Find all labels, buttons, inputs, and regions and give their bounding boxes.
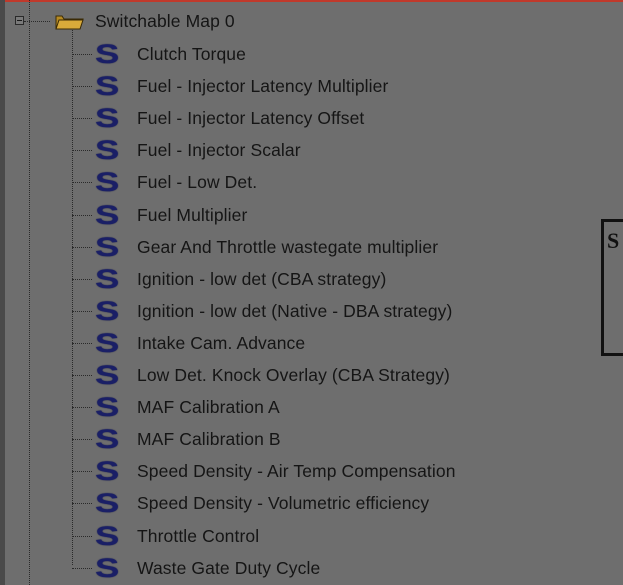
tree-connector bbox=[72, 535, 92, 537]
tree-item[interactable]: S Waste Gate Duty Cycle bbox=[0, 554, 560, 582]
side-panel-text: S bbox=[607, 228, 620, 253]
map-s-icon: S bbox=[95, 552, 120, 583]
tree-item-label: Intake Cam. Advance bbox=[137, 332, 306, 353]
tree-connector bbox=[72, 118, 92, 120]
tree-connector bbox=[72, 246, 92, 248]
tree-item-label: Speed Density - Volumetric efficiency bbox=[137, 493, 430, 514]
map-s-icon: S bbox=[95, 392, 120, 423]
tree-connector bbox=[72, 567, 92, 569]
tree-item-label: Fuel Multiplier bbox=[137, 204, 248, 225]
tree-item-label: Fuel - Injector Scalar bbox=[137, 140, 301, 161]
tree-connector bbox=[72, 310, 92, 312]
tree-item[interactable]: S Fuel - Low Det. bbox=[0, 168, 560, 196]
map-s-icon: S bbox=[95, 103, 120, 134]
tree-root-label: Switchable Map 0 bbox=[95, 11, 235, 31]
map-s-icon: S bbox=[95, 135, 120, 166]
tree-connector bbox=[72, 86, 92, 88]
tree-connector bbox=[72, 54, 92, 55]
map-s-icon: S bbox=[95, 263, 120, 294]
map-s-icon: S bbox=[95, 199, 120, 230]
map-s-icon: S bbox=[95, 167, 120, 198]
tree-connector bbox=[72, 439, 92, 441]
tree-item-label: Ignition - low det (Native - DBA strateg… bbox=[137, 300, 453, 321]
map-s-icon: S bbox=[95, 424, 120, 455]
tree-item[interactable]: S Intake Cam. Advance bbox=[0, 329, 560, 357]
tree-connector bbox=[72, 503, 92, 505]
tree-connector bbox=[72, 471, 92, 473]
tree-item-label: MAF Calibration A bbox=[137, 397, 280, 418]
tree-item[interactable]: S MAF Calibration A bbox=[0, 393, 560, 421]
tree-item[interactable]: S Clutch Torque bbox=[0, 40, 560, 68]
tree-item-label: Speed Density - Air Temp Compensation bbox=[137, 461, 456, 482]
map-s-icon: S bbox=[95, 488, 120, 519]
tree-item[interactable]: S Fuel - Injector Latency Multiplier bbox=[0, 72, 560, 100]
map-s-icon: S bbox=[95, 520, 120, 551]
tree-item[interactable]: S Fuel - Injector Latency Offset bbox=[0, 104, 560, 132]
tree-item-label: MAF Calibration B bbox=[137, 429, 281, 450]
tree-item[interactable]: S Speed Density - Volumetric efficiency bbox=[0, 489, 560, 517]
tree-connector bbox=[72, 150, 92, 152]
tree-item-label: Fuel - Injector Latency Multiplier bbox=[137, 76, 389, 97]
map-tree: Switchable Map 0 S Clutch Torque S Fuel - I… bbox=[0, 0, 623, 585]
map-s-icon: S bbox=[95, 39, 120, 69]
map-s-icon: S bbox=[95, 295, 120, 326]
tree-item[interactable]: S Fuel - Injector Scalar bbox=[0, 136, 560, 164]
tree-item-label: Clutch Torque bbox=[137, 44, 246, 64]
map-s-icon: S bbox=[95, 71, 120, 102]
tree-item-label: Throttle Control bbox=[137, 525, 260, 546]
map-s-icon: S bbox=[95, 327, 120, 358]
tree-item[interactable]: S Fuel Multiplier bbox=[0, 201, 560, 229]
tree-connector bbox=[72, 278, 92, 280]
tree-item[interactable]: S MAF Calibration B bbox=[0, 425, 560, 453]
map-s-icon: S bbox=[95, 231, 120, 262]
tree-item-label: Fuel - Low Det. bbox=[137, 172, 258, 193]
tree-connector bbox=[72, 375, 92, 376]
tree-connector bbox=[72, 342, 92, 344]
tree-connector bbox=[72, 214, 92, 216]
tree-connector bbox=[72, 182, 92, 184]
tree-connector bbox=[24, 21, 50, 22]
tree-item-label: Gear And Throttle wastegate multiplier bbox=[137, 236, 439, 257]
tree-root-node[interactable]: Switchable Map 0 bbox=[0, 8, 400, 36]
tree-item-label: Fuel - Injector Latency Offset bbox=[137, 108, 365, 129]
tree-item[interactable]: S Throttle Control bbox=[0, 522, 560, 550]
tree-item[interactable]: S Ignition - low det (CBA strategy) bbox=[0, 265, 560, 293]
tree-item-label: Ignition - low det (CBA strategy) bbox=[137, 268, 387, 289]
map-s-icon: S bbox=[95, 360, 120, 390]
tree-item[interactable]: S Ignition - low det (Native - DBA strate… bbox=[0, 297, 560, 325]
tree-item[interactable]: S Low Det. Knock Overlay (CBA Strategy) bbox=[0, 361, 560, 389]
tree-item[interactable]: S Speed Density - Air Temp Compensation bbox=[0, 457, 560, 485]
collapse-icon[interactable] bbox=[15, 16, 24, 25]
tree-item-label: Low Det. Knock Overlay (CBA Strategy) bbox=[137, 365, 450, 385]
folder-open-icon bbox=[55, 15, 84, 30]
tree-connector bbox=[72, 407, 92, 409]
tree-item-label: Waste Gate Duty Cycle bbox=[137, 557, 321, 578]
map-s-icon: S bbox=[95, 456, 120, 487]
tree-item[interactable]: S Gear And Throttle wastegate multiplier bbox=[0, 233, 560, 261]
